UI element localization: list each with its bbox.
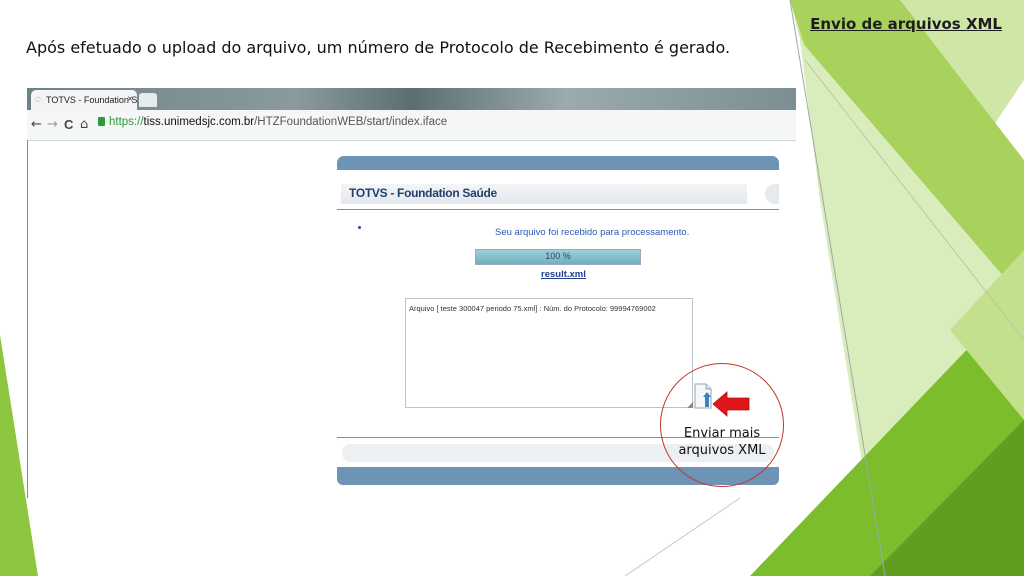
app-top-bar [337, 156, 779, 170]
progress-bar: 100 % [475, 249, 641, 265]
url-scheme: https:// [109, 116, 144, 128]
lock-icon [98, 117, 105, 126]
status-message: Seu arquivo foi recebido para processame… [495, 227, 690, 238]
header-cap [765, 184, 779, 204]
browser-toolbar: ← → C ⌂ https://tiss.unimedsjc.com.br/HT… [27, 110, 796, 141]
home-icon[interactable]: ⌂ [80, 117, 88, 132]
forward-icon[interactable]: → [47, 117, 58, 132]
protocol-log-textarea[interactable]: Arquivo [ teste 300047 periodo 75.xml] :… [405, 298, 693, 408]
back-icon[interactable]: ← [31, 117, 42, 132]
reload-icon[interactable]: C [64, 117, 73, 132]
document-upload-icon[interactable] [693, 383, 713, 409]
url-path: /HTZFoundationWEB/start/index.iface [254, 116, 448, 128]
result-file-link[interactable]: result.xml [541, 269, 586, 280]
progress-label: 100 % [545, 251, 571, 261]
browser-tab[interactable]: ◌ TOTVS - Foundation Saúd × [31, 90, 137, 110]
close-icon[interactable]: × [127, 90, 133, 110]
new-tab-button[interactable] [139, 93, 157, 107]
bullet-icon [358, 226, 361, 229]
tab-title: TOTVS - Foundation Saúd [46, 95, 137, 105]
window-border [27, 140, 28, 498]
browser-tab-bar: ◌ TOTVS - Foundation Saúd × [27, 88, 796, 110]
app-title: TOTVS - Foundation Saúde [349, 186, 497, 200]
callout-label: Enviar mais arquivos XML [678, 426, 766, 458]
url-domain: tiss.unimedsjc.com.br [143, 116, 255, 128]
loading-icon: ◌ [35, 94, 41, 105]
red-arrow-icon [712, 391, 750, 417]
slide-subtitle: Após efetuado o upload do arquivo, um nú… [26, 38, 731, 57]
address-bar[interactable]: https://tiss.unimedsjc.com.br/HTZFoundat… [109, 116, 447, 128]
slide-title: Envio de arquivos XML [810, 15, 1002, 33]
divider [337, 209, 779, 210]
